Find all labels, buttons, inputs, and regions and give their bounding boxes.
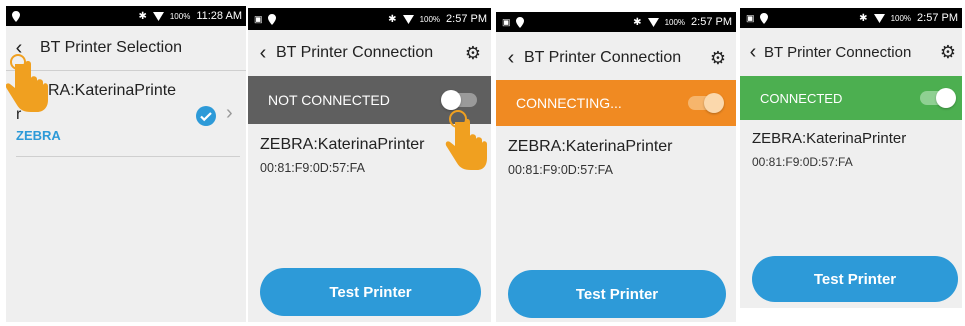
chevron-right-icon: › [226,102,233,124]
wifi-icon [402,14,414,24]
notification-icon: ▣ [746,12,755,23]
device-name: ZEBRA:KaterinaPrinter [260,136,425,153]
screen-not-connected: ▣ ✱ 100% 2:57 PM ‹ BT Printer Connection… [248,8,491,322]
connection-status-label: NOT CONNECTED [268,92,390,108]
connection-status-label: CONNECTING... [516,95,622,111]
wifi-icon [152,11,164,21]
page-title: BT Printer Selection [40,39,182,56]
test-printer-button[interactable]: Test Printer [508,270,726,318]
gear-icon[interactable]: ⚙ [710,48,726,69]
connection-toggle[interactable] [688,93,724,113]
check-icon [196,106,216,126]
gear-icon[interactable]: ⚙ [465,43,481,64]
device-name: ZEBRA:KaterinaPrinter [752,130,907,147]
connection-status-label: CONNECTED [760,90,843,106]
notification-icon: ▣ [254,13,263,24]
connection-toggle[interactable] [920,88,956,108]
clock: 11:28 AM [196,10,242,22]
screen-connected: ▣ ✱ 100% 2:57 PM ‹ BT Printer Connection… [740,8,962,308]
bluetooth-icon: ✱ [388,13,397,25]
screen-printer-selection: ✱ 100% 11:28 AM ‹ BT Printer Selection R… [6,6,246,322]
page-title: BT Printer Connection [764,43,912,61]
gear-icon[interactable]: ⚙ [940,42,956,63]
app-bar: ‹ BT Printer Connection ⚙ [496,42,736,74]
toggle-knob [441,90,461,110]
tap-hand-icon [445,110,487,170]
app-bar: ‹ BT Printer Connection ⚙ [740,36,962,68]
status-bar: ▣ ✱ 100% 2:57 PM [248,8,491,30]
battery-level: 100% [664,17,686,27]
device-mac-address: 00:81:F9:0D:57:FA [752,155,853,169]
location-icon [12,10,20,22]
connection-status-bar: CONNECTED [740,76,962,120]
connection-status-bar: CONNECTING... [496,80,736,126]
toggle-knob [936,88,956,108]
bluetooth-icon: ✱ [633,16,642,28]
wifi-icon [647,17,659,27]
status-bar: ✱ 100% 11:28 AM [6,6,246,26]
test-printer-button[interactable]: Test Printer [752,256,958,302]
back-button[interactable]: ‹ [744,41,762,64]
status-bar: ▣ ✱ 100% 2:57 PM [496,12,736,32]
device-mac-address: 00:81:F9:0D:57:FA [508,163,613,177]
list-divider [16,156,240,157]
battery-level: 100% [419,14,441,24]
back-button[interactable]: ‹ [502,47,520,70]
clock: 2:57 PM [691,16,732,28]
connection-toggle[interactable] [441,90,477,110]
screen-connecting: ▣ ✱ 100% 2:57 PM ‹ BT Printer Connection… [496,12,736,322]
page-title: BT Printer Connection [276,44,434,61]
wifi-icon [873,13,885,23]
printer-brand: ZEBRA [16,128,61,143]
location-icon [515,16,524,28]
printer-name: RA:KaterinaPrinte [48,82,177,99]
back-button[interactable]: ‹ [254,42,272,65]
app-bar: ‹ BT Printer Connection ⚙ [248,36,491,70]
status-bar: ▣ ✱ 100% 2:57 PM [740,8,962,28]
clock: 2:57 PM [917,12,958,24]
page-title: BT Printer Connection [524,49,682,66]
location-icon [759,12,768,24]
notification-icon: ▣ [502,16,511,27]
test-printer-button[interactable]: Test Printer [260,268,481,316]
bluetooth-icon: ✱ [138,10,147,22]
bluetooth-icon: ✱ [859,12,868,24]
device-name: ZEBRA:KaterinaPrinter [508,138,673,155]
device-mac-address: 00:81:F9:0D:57:FA [260,161,365,175]
battery-level: 100% [169,11,191,21]
clock: 2:57 PM [446,13,487,25]
toggle-knob [704,93,724,113]
tap-hand-icon [6,54,48,112]
battery-level: 100% [890,13,912,23]
location-icon [267,13,276,25]
